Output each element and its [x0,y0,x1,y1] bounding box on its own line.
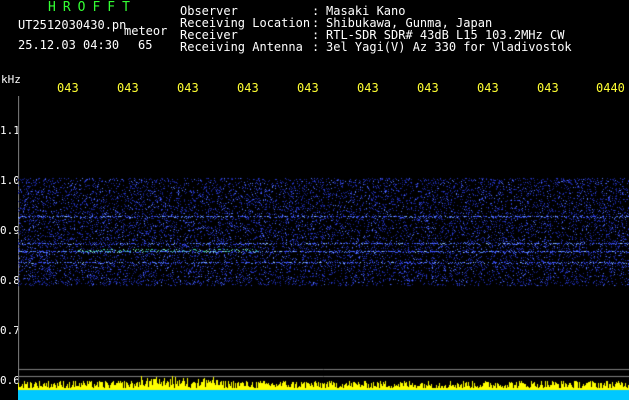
x-tick: 043 [57,81,79,95]
y-tick: 0.6 [0,374,20,387]
x-tick-last: 0440 [596,81,625,95]
app-title: HROFFT [48,0,137,15]
x-tick: 043 [177,81,199,95]
x-tick: 043 [357,81,379,95]
spectrogram-plot [18,96,629,400]
y-tick: 0.7 [0,324,20,337]
y-tick: 1.1 [0,124,20,137]
x-tick: 043 [297,81,319,95]
antenna-colon: : [312,40,320,54]
x-tick: 043 [477,81,499,95]
antenna-label: Receiving Antenna [180,40,303,54]
x-tick: 043 [537,81,559,95]
x-tick: 043 [117,81,139,95]
x-tick: 043 [237,81,259,95]
y-axis-unit: kHz [1,73,21,86]
x-tick: 043 [417,81,439,95]
observation-datetime: 25.12.03 04:30 [18,38,120,52]
y-tick: 0.8 [0,274,20,287]
meteor-label: meteor [124,24,168,38]
y-tick: 0.9 [0,224,20,237]
meteor-count: 65 [138,38,153,52]
file-name: UT2512030430.pn [18,18,127,32]
antenna-value: 3el Yagi(V) Az 330 for Vladivostok [326,40,572,54]
y-tick: 1.0 [0,174,20,187]
